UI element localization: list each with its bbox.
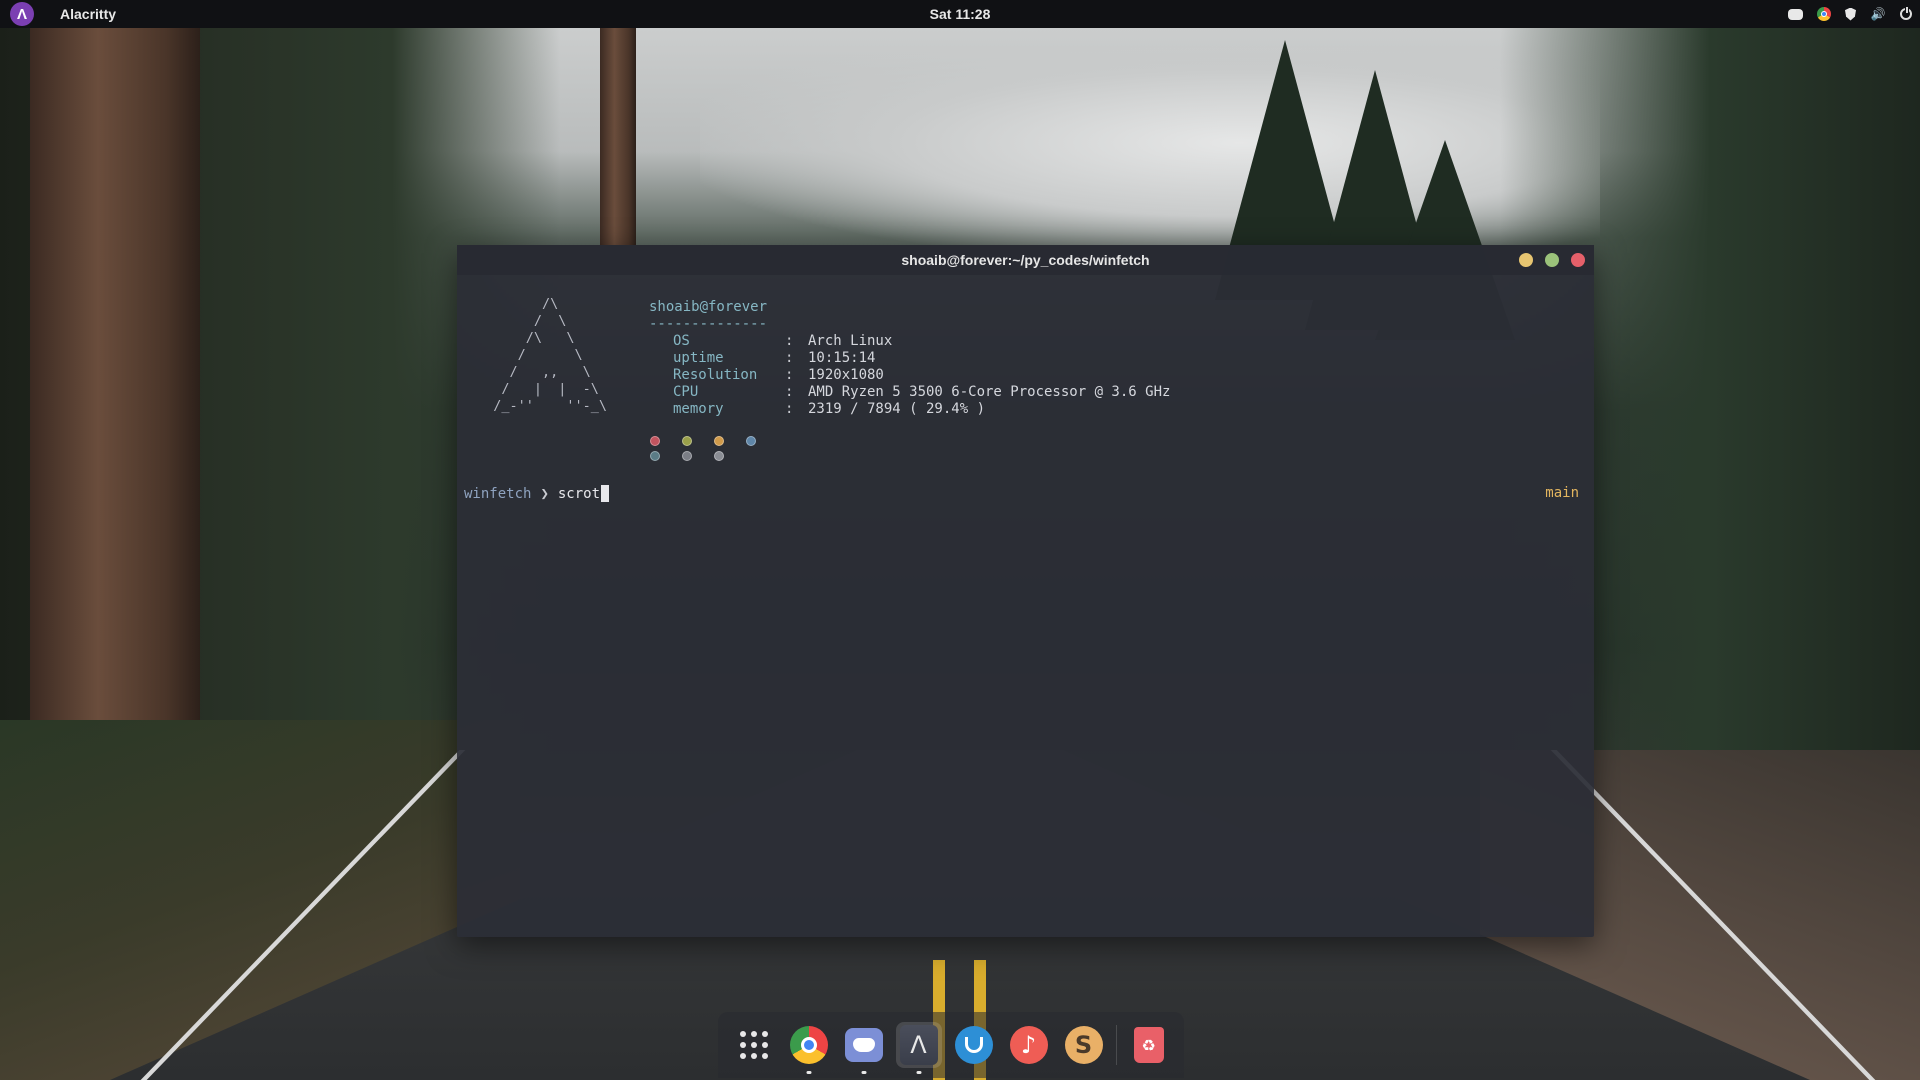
alacritty-icon[interactable]: Λ <box>895 1022 942 1074</box>
window-titlebar[interactable]: shoaib@forever:~/py_codes/winfetch <box>457 245 1594 275</box>
wallpaper-tree-trunk <box>600 28 636 268</box>
text-cursor <box>601 485 610 502</box>
palette-dot <box>682 436 692 446</box>
info-colon: : <box>785 333 794 349</box>
system-info: shoaib@forever -------------- OS : Arch … <box>649 299 1170 418</box>
clock[interactable]: Sat 11:28 <box>930 6 991 22</box>
terminal-window[interactable]: shoaib@forever:~/py_codes/winfetch /\ / … <box>457 245 1594 937</box>
active-app-name[interactable]: Alacritty <box>60 6 116 22</box>
info-row-memory: memory : 2319 / 7894 ( 29.4% ) <box>649 401 1170 418</box>
chrome-icon[interactable] <box>786 1022 832 1074</box>
running-indicator <box>861 1071 866 1074</box>
close-button[interactable] <box>1571 253 1585 267</box>
arch-logo-icon[interactable]: Λ <box>10 2 34 26</box>
info-value: 1920x1080 <box>808 367 884 383</box>
info-key: memory <box>673 401 724 417</box>
discord-icon[interactable] <box>1788 8 1803 20</box>
shield-icon[interactable] <box>1845 7 1856 21</box>
color-palette <box>650 436 778 461</box>
palette-dot <box>714 436 724 446</box>
palette-dot <box>746 436 756 446</box>
music-icon[interactable]: ♪ <box>1006 1022 1052 1068</box>
power-icon[interactable] <box>1900 6 1912 20</box>
info-key: CPU <box>673 384 699 400</box>
sublime-text-icon[interactable]: S <box>1061 1022 1107 1068</box>
software-store-icon[interactable] <box>951 1022 997 1068</box>
window-controls <box>1519 253 1585 267</box>
system-tray: 🔊 <box>1788 0 1912 28</box>
palette-dot <box>714 451 724 461</box>
info-colon: : <box>785 384 794 400</box>
info-row-cpu: CPU : AMD Ryzen 5 3500 6-Core Processor … <box>649 384 1170 401</box>
shell-prompt[interactable]: winfetch ❯ scrot <box>464 485 610 502</box>
info-colon: : <box>785 350 794 366</box>
volume-icon[interactable]: 🔊 <box>1870 6 1886 22</box>
arch-ascii-logo: /\ / \ /\ \ / \ / ,, \ / | | -\ /_-'' ''… <box>493 296 608 414</box>
running-indicator <box>806 1071 811 1074</box>
trash-icon[interactable]: ♻ <box>1126 1022 1172 1068</box>
info-separator: -------------- <box>649 316 768 332</box>
info-row-uptime: uptime : 10:15:14 <box>649 350 1170 367</box>
info-value: 10:15:14 <box>808 350 876 366</box>
maximize-button[interactable] <box>1545 253 1559 267</box>
window-title: shoaib@forever:~/py_codes/winfetch <box>901 252 1150 268</box>
top-bar: Λ Alacritty Sat 11:28 🔊 <box>0 0 1920 28</box>
info-row-os: OS : Arch Linux <box>649 333 1170 350</box>
cpu-icon <box>649 384 673 401</box>
dock: Λ ♪ S ♻ <box>718 1012 1184 1078</box>
command-input[interactable]: scrot <box>558 486 600 502</box>
uptime-icon <box>649 350 673 367</box>
palette-dot <box>650 436 660 446</box>
minimize-button[interactable] <box>1519 253 1533 267</box>
info-value: AMD Ryzen 5 3500 6-Core Processor @ 3.6 … <box>808 384 1171 400</box>
git-branch: main <box>1545 485 1579 501</box>
wallpaper-tree-trunk <box>30 28 200 728</box>
palette-dot <box>682 451 692 461</box>
info-colon: : <box>785 401 794 417</box>
terminal-body[interactable]: /\ / \ /\ \ / \ / ,, \ / | | -\ /_-'' ''… <box>457 275 1594 937</box>
info-key: uptime <box>673 350 724 366</box>
palette-dot <box>650 451 660 461</box>
user-host: shoaib@forever <box>649 299 768 315</box>
resolution-icon <box>649 367 673 384</box>
info-key: Resolution <box>673 367 758 383</box>
info-colon: : <box>785 367 794 383</box>
info-value: Arch Linux <box>808 333 893 349</box>
info-row-resolution: Resolution : 1920x1080 <box>649 367 1170 384</box>
info-key: OS <box>673 333 690 349</box>
dock-separator <box>1115 1025 1117 1065</box>
info-value: 2319 / 7894 ( 29.4% ) <box>808 401 986 417</box>
prompt-chevron-icon: ❯ <box>540 485 549 502</box>
memory-icon <box>649 401 673 418</box>
chrome-icon[interactable] <box>1817 7 1831 21</box>
prompt-directory: winfetch <box>464 485 532 502</box>
running-indicator <box>916 1071 921 1074</box>
os-icon <box>649 333 673 350</box>
discord-icon[interactable] <box>841 1022 887 1074</box>
apps-grid-icon[interactable] <box>731 1022 777 1068</box>
